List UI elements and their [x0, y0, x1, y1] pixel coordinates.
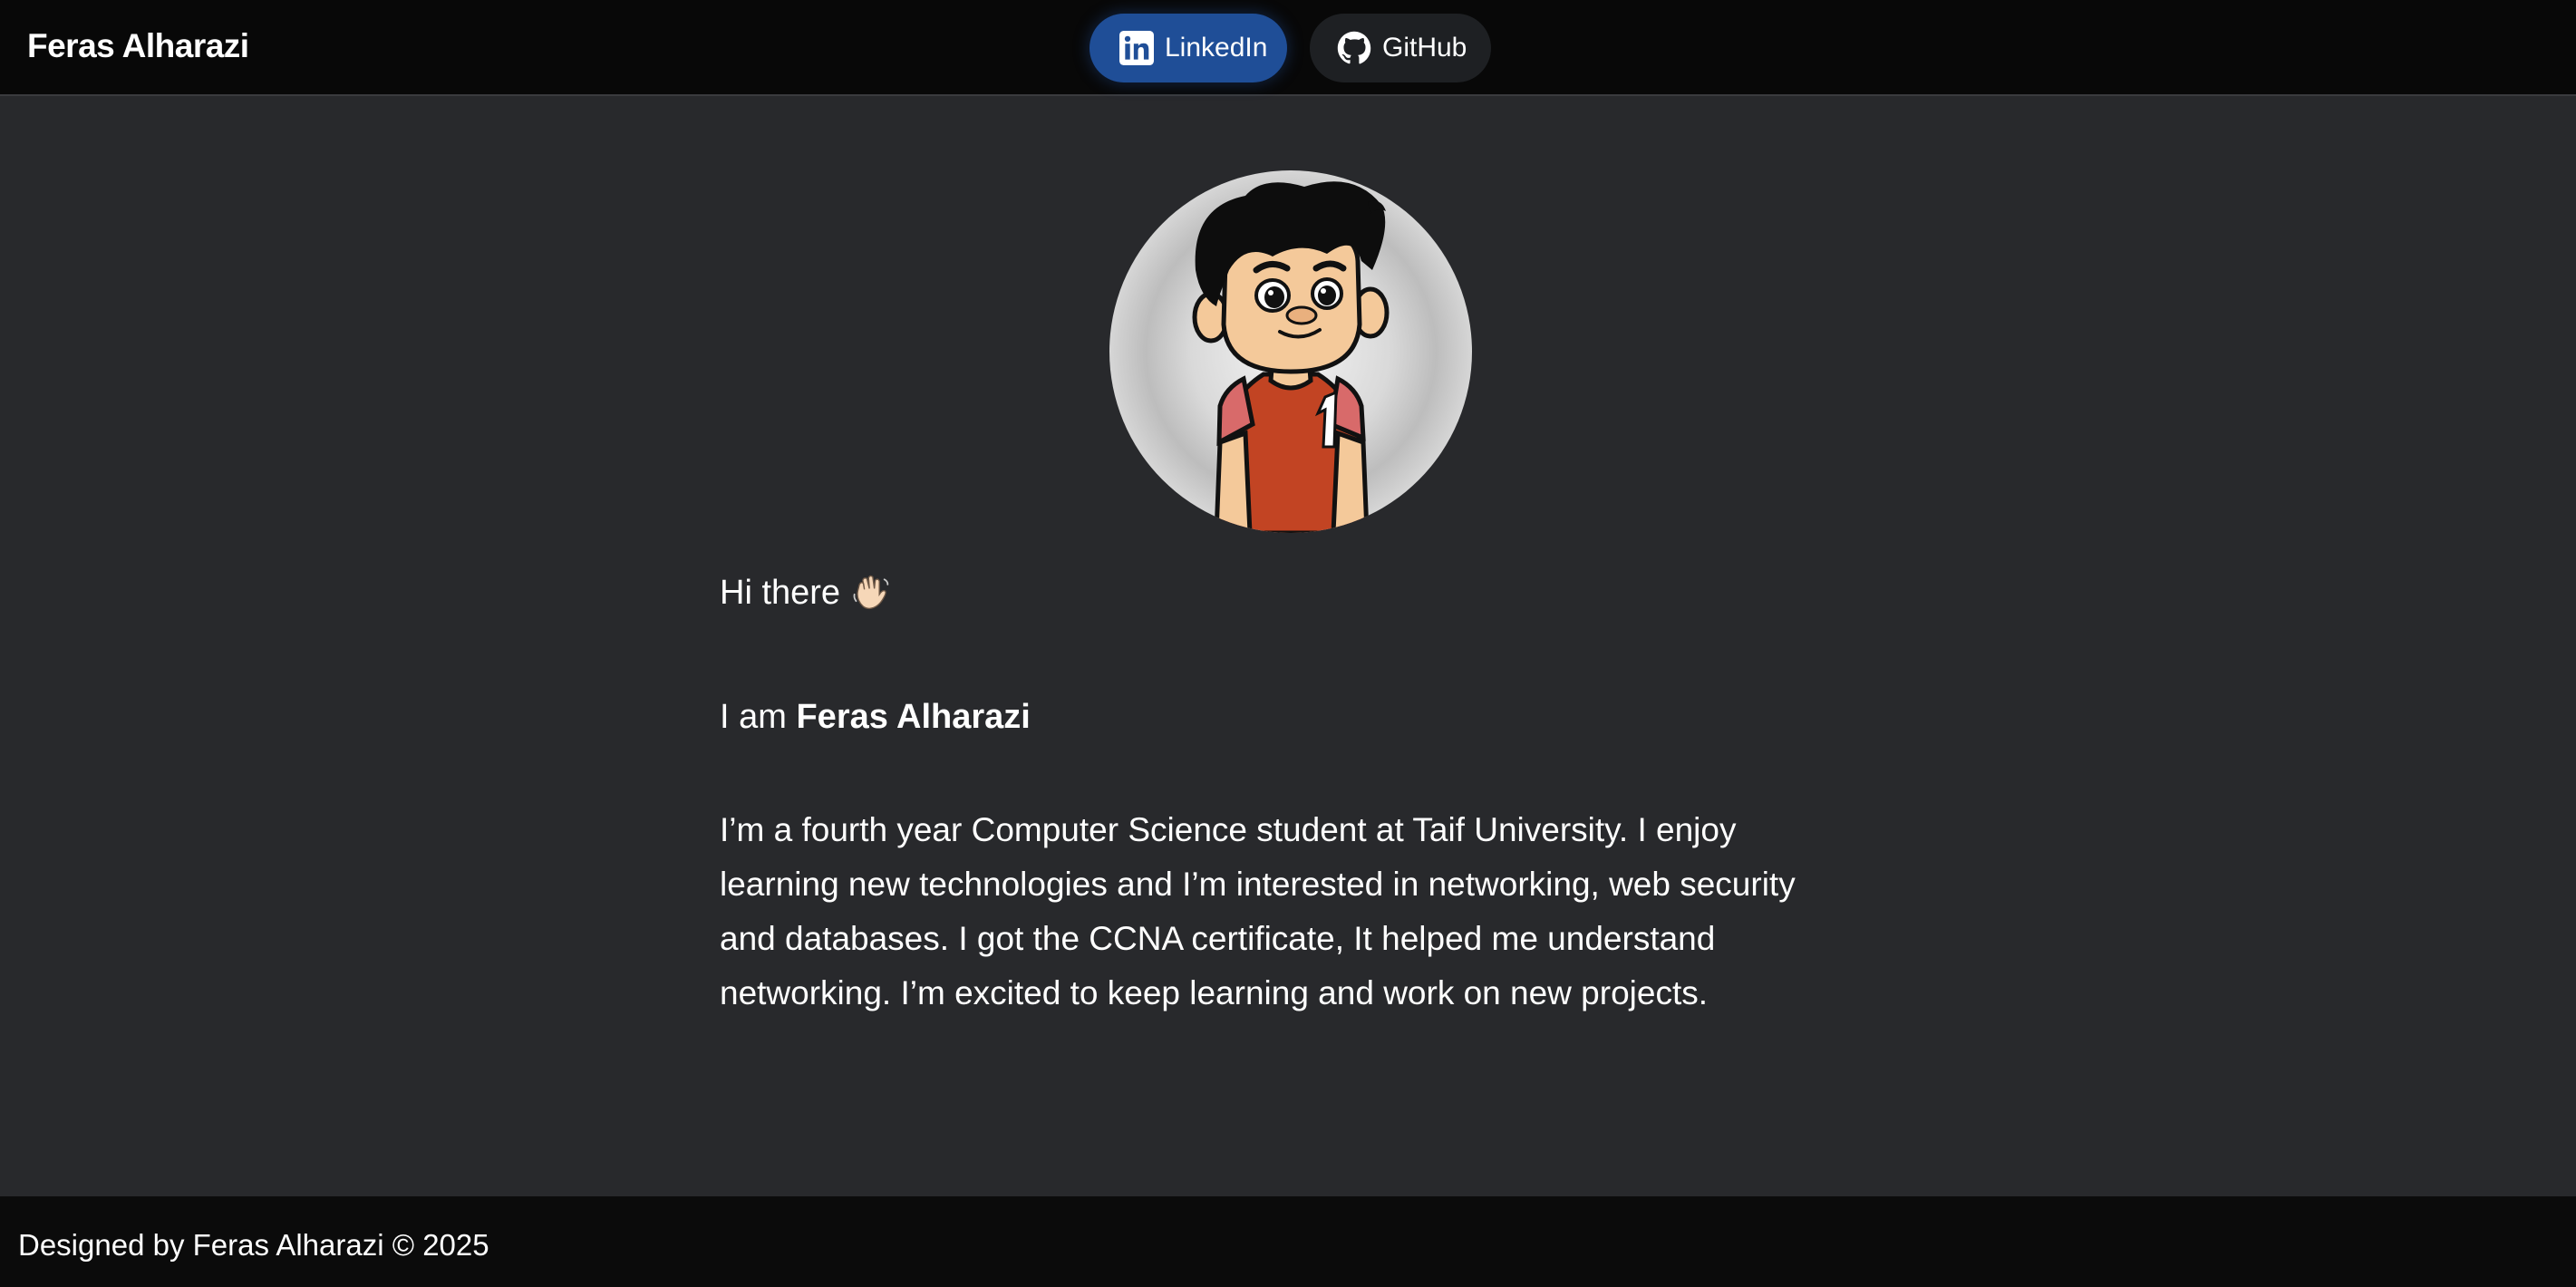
- greeting: Hi there: [720, 558, 1862, 627]
- site-footer: Designed by Feras Alharazi © 2025: [0, 1196, 2576, 1287]
- linkedin-button[interactable]: LinkedIn: [1089, 14, 1287, 82]
- cartoon-avatar-illustration: [1109, 170, 1472, 533]
- footer-credit: Designed by Feras Alharazi © 2025: [18, 1228, 489, 1262]
- github-button[interactable]: GitHub: [1310, 14, 1491, 82]
- waving-hand-icon: [853, 575, 889, 610]
- linkedin-icon: [1119, 31, 1154, 65]
- top-navbar: Feras Alharazi LinkedIn GitHub: [0, 0, 2576, 96]
- linkedin-label: LinkedIn: [1165, 33, 1268, 63]
- github-label: GitHub: [1382, 33, 1467, 63]
- github-icon: [1337, 31, 1371, 64]
- bio-paragraph: I’m a fourth year Computer Science stude…: [720, 811, 1796, 1011]
- intro-name: Feras Alharazi: [796, 698, 1031, 736]
- profile-avatar: [1109, 170, 1472, 533]
- intro-line: I am Feras Alharazi: [720, 694, 1862, 740]
- about-section: Hi there I am Feras Alharazi I’m a fourt…: [720, 558, 1862, 1021]
- intro-prefix: I am: [720, 698, 797, 736]
- site-brand[interactable]: Feras Alharazi: [27, 24, 249, 69]
- greeting-text: Hi there: [720, 574, 841, 612]
